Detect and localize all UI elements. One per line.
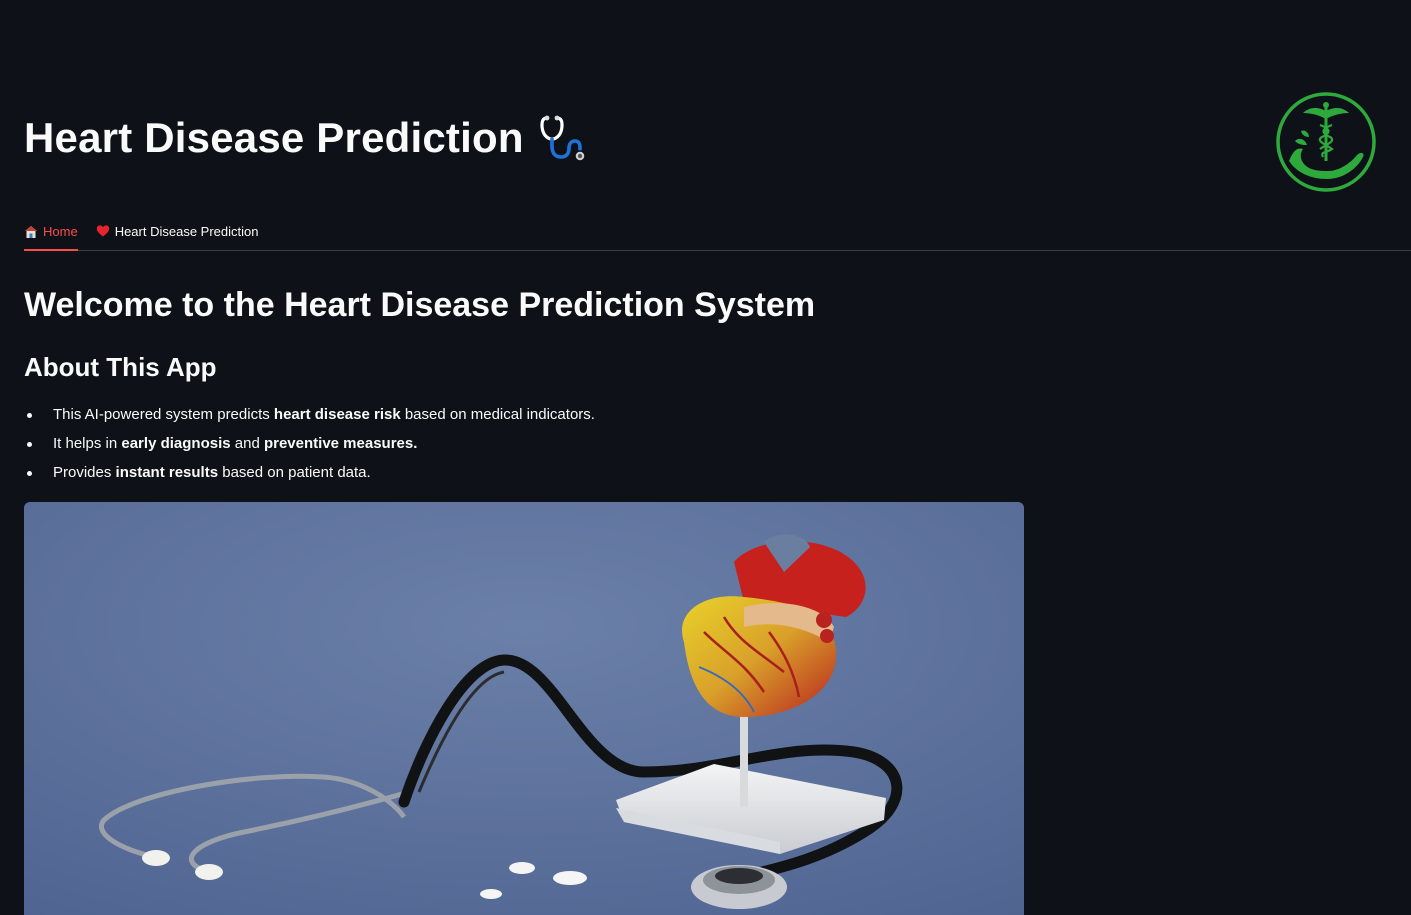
tab-home-label: Home bbox=[43, 224, 78, 239]
about-heading: About This App bbox=[24, 352, 217, 382]
house-icon bbox=[25, 225, 37, 238]
list-item: It helps in early diagnosis and preventi… bbox=[24, 433, 595, 462]
welcome-heading: Welcome to the Heart Disease Prediction … bbox=[24, 286, 816, 324]
tab-prediction-label: Heart Disease Prediction bbox=[114, 223, 259, 239]
page-title: Heart Disease Prediction bbox=[24, 114, 524, 161]
app-page: Heart Disease Prediction Home Heart Dise… bbox=[0, 0, 1411, 915]
stethoscope-icon bbox=[540, 115, 586, 162]
tab-home[interactable]: Home bbox=[24, 214, 78, 251]
feature-list: This AI-powered system predicts heart di… bbox=[24, 404, 595, 491]
tab-heart-disease-prediction[interactable]: Heart Disease Prediction bbox=[96, 214, 259, 248]
tab-bar: Home Heart Disease Prediction bbox=[24, 214, 1411, 251]
heart-icon bbox=[96, 225, 109, 237]
heart-model-with-stethoscope-photo bbox=[24, 502, 1024, 915]
list-item: Provides instant results based on patien… bbox=[24, 462, 595, 491]
list-item: This AI-powered system predicts heart di… bbox=[24, 404, 595, 433]
title-row: Heart Disease Prediction bbox=[24, 108, 590, 168]
caduceus-hand-logo bbox=[1276, 92, 1376, 192]
